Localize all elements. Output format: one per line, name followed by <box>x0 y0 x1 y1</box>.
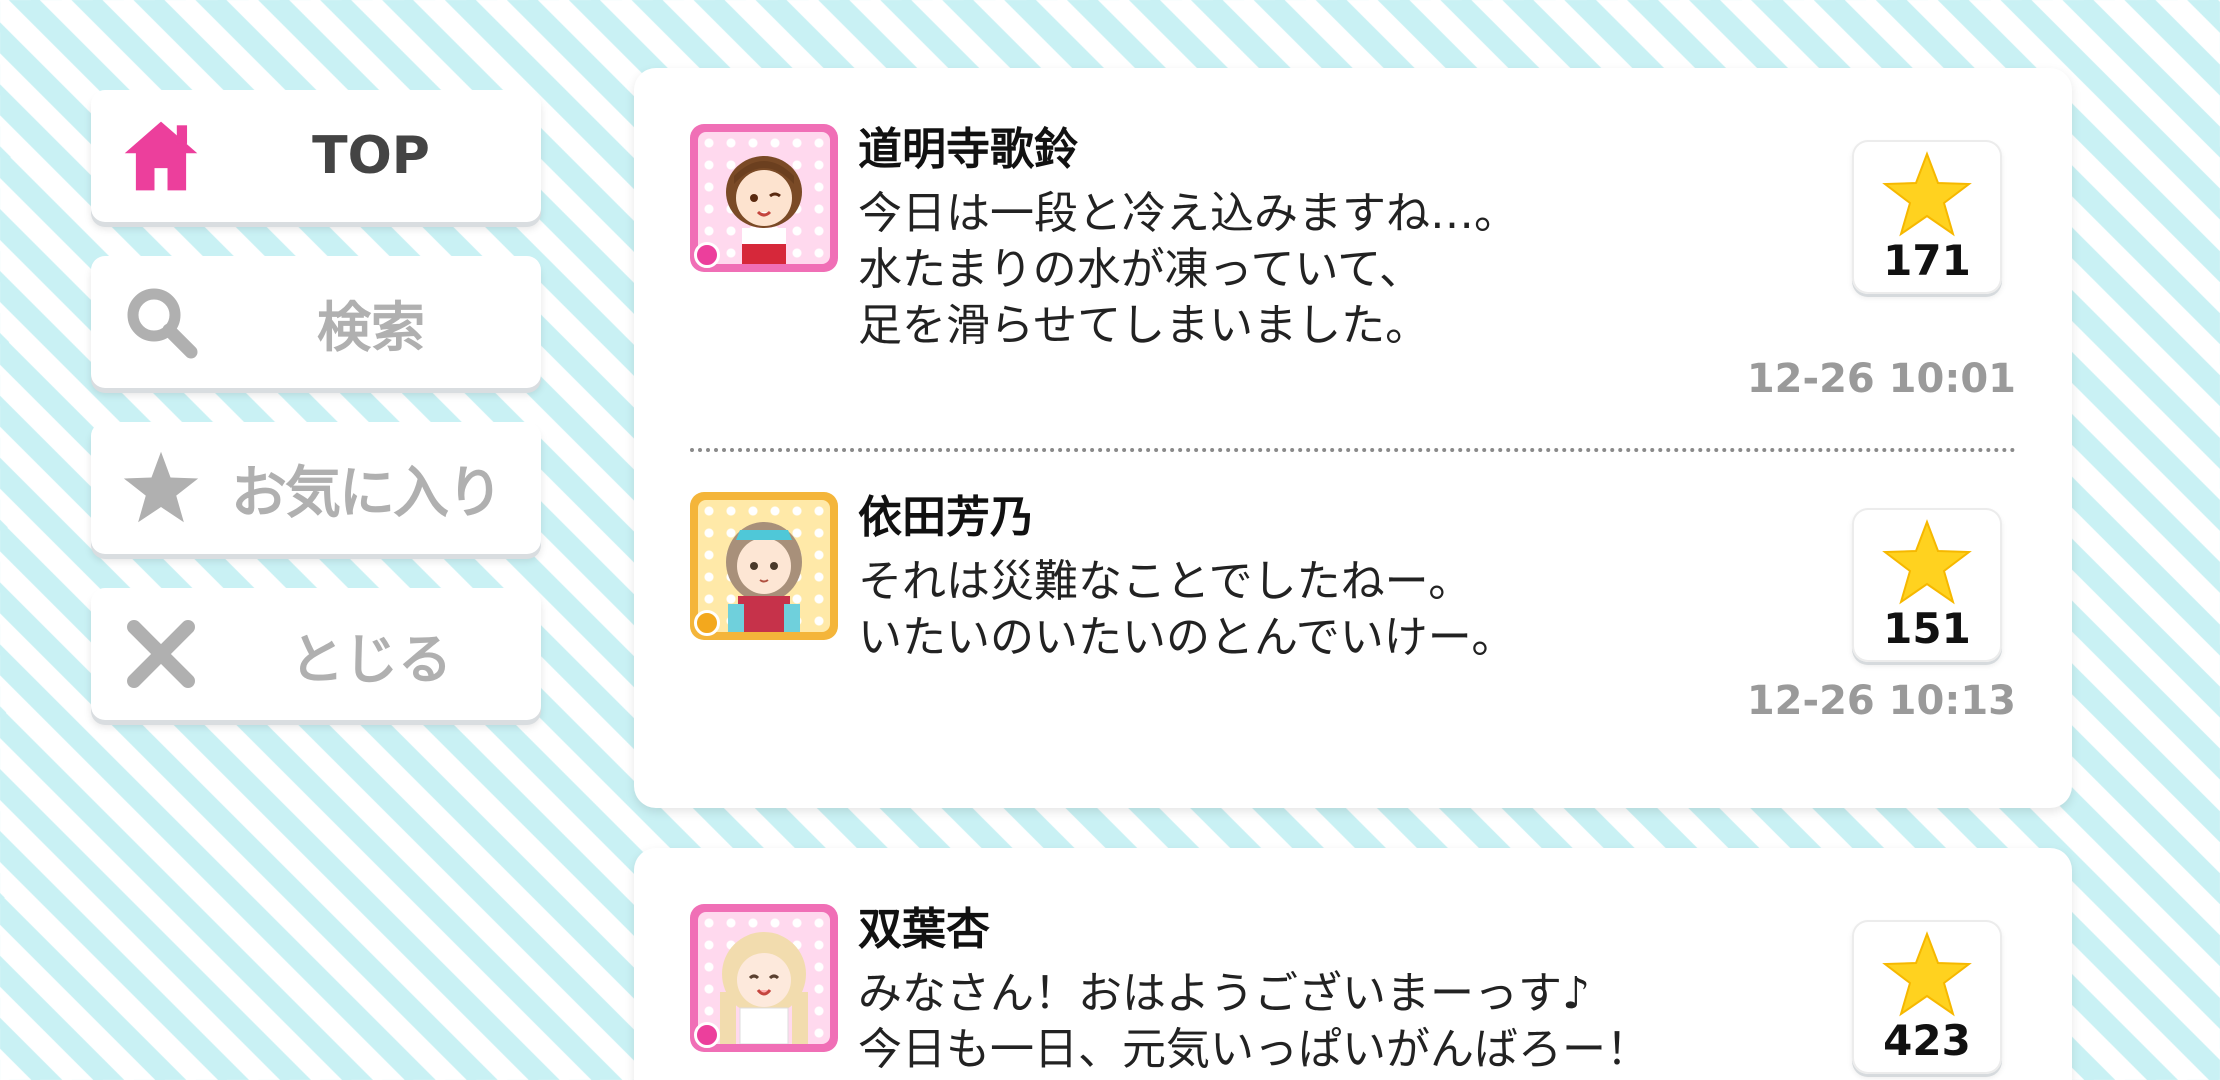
post-message-line: 足を滑らせてしまいました。 <box>858 300 1430 351</box>
avatar-image <box>698 912 830 1044</box>
post-author: 道明寺歌鈴 <box>858 124 1078 175</box>
like-count: 423 <box>1883 1016 1971 1065</box>
nav-close-button[interactable]: とじる <box>91 588 541 720</box>
star-icon <box>121 448 201 528</box>
nav-favorites-button[interactable]: お気に入り <box>91 422 541 554</box>
home-icon <box>121 116 201 196</box>
like-button[interactable]: 151 <box>1852 508 2002 662</box>
avatar-image <box>698 500 830 632</box>
timeline-card: 道明寺歌鈴 今日は一段と冷え込みますね…。 水たまりの水が凍っていて、 足を滑ら… <box>634 68 2072 808</box>
post-message: それは災難なことでしたねー。 いたいのいたいのとんでいけー。 <box>858 554 1515 666</box>
avatar[interactable] <box>690 492 838 640</box>
post-item: 依田芳乃 それは災難なことでしたねー。 いたいのいたいのとんでいけー。 151 … <box>690 492 2016 792</box>
badge-icon <box>694 610 720 636</box>
nav-favorites-label: お気に入り <box>231 460 503 526</box>
badge-icon <box>694 1022 720 1048</box>
post-message-line: 水たまりの水が凍っていて、 <box>858 244 1423 295</box>
nav-top-button[interactable]: TOP <box>91 90 541 222</box>
search-icon <box>121 282 201 362</box>
post-message: 今日は一段と冷え込みますね…。 水たまりの水が凍っていて、 足を滑らせてしまいま… <box>858 186 1518 354</box>
side-nav: TOP 検索 お気に入り とじる <box>91 90 541 754</box>
post-message-line: 今日も一日、元気いっぱいがんばろー！ <box>858 1024 1650 1075</box>
post-message-line: 今日は一段と冷え込みますね…。 <box>858 188 1518 239</box>
close-icon <box>121 614 201 694</box>
avatar[interactable] <box>690 904 838 1052</box>
star-icon <box>1882 150 1972 242</box>
post-item: 道明寺歌鈴 今日は一段と冷え込みますね…。 水たまりの水が凍っていて、 足を滑ら… <box>690 124 2016 424</box>
post-author: 双葉杏 <box>858 904 990 955</box>
post-timestamp: 12-26 10:13 <box>1746 678 2016 724</box>
divider <box>690 448 2016 452</box>
like-button[interactable]: 423 <box>1852 920 2002 1074</box>
post-message-line: いたいのいたいのとんでいけー。 <box>858 612 1516 663</box>
star-icon <box>1882 518 1972 610</box>
like-button[interactable]: 171 <box>1852 140 2002 294</box>
nav-search-label: 検索 <box>317 295 425 359</box>
like-count: 151 <box>1883 604 1971 653</box>
post-message-line: それは災難なことでしたねー。 <box>858 556 1473 607</box>
post-timestamp: 12-26 10:01 <box>1746 356 2016 402</box>
post-author: 依田芳乃 <box>858 492 1034 543</box>
timeline-card: 双葉杏 みなさん！おはようございまーっす♪ 今日も一日、元気いっぱいがんばろー！… <box>634 848 2072 1080</box>
nav-search-button[interactable]: 検索 <box>91 256 541 388</box>
nav-close-label: とじる <box>290 627 452 691</box>
post-item: 双葉杏 みなさん！おはようございまーっす♪ 今日も一日、元気いっぱいがんばろー！… <box>690 904 2016 1080</box>
avatar-image <box>698 132 830 264</box>
post-message: みなさん！おはようございまーっす♪ 今日も一日、元気いっぱいがんばろー！ <box>858 966 1650 1078</box>
like-count: 171 <box>1883 236 1971 285</box>
star-icon <box>1882 930 1972 1022</box>
badge-icon <box>694 242 720 268</box>
nav-top-label: TOP <box>312 126 430 186</box>
avatar[interactable] <box>690 124 838 272</box>
post-message-line: みなさん！おはようございまーっす♪ <box>858 968 1591 1019</box>
